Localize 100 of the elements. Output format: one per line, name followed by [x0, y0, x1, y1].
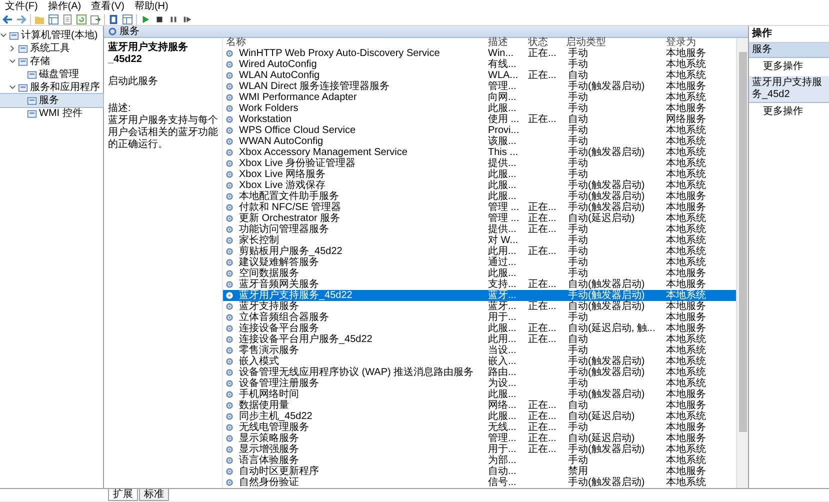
column-header[interactable]: 描述 [485, 38, 525, 48]
service-row[interactable]: 剪贴板用户服务_45d22 此用... 正在... 手动 本地系统 [223, 246, 736, 257]
startup-type: 手动 [567, 136, 589, 147]
forward-arrow-icon[interactable] [16, 14, 27, 24]
service-name: 语言体验服务 [238, 455, 299, 466]
service-name: 同步主机_45d22 [238, 411, 312, 422]
scrollbar-thumb[interactable] [738, 52, 746, 432]
start-link[interactable]: 启动 [108, 76, 128, 87]
tree-item[interactable]: 服务和应用程序 [0, 81, 103, 94]
service-row[interactable]: 显示策略服务 管理... 正在... 自动(延迟启动) 本地服务 [223, 433, 736, 444]
tree-item[interactable]: 系统工具 [0, 42, 103, 55]
menu-item[interactable]: 文件(F) [0, 0, 43, 13]
service-row[interactable]: WLAN Direct 服务连接管理器服务 管理... 手动(触发器启动) 本地服务 [223, 81, 736, 92]
tree-item[interactable]: 计算机管理(本地) [0, 29, 103, 42]
startup-type: 自动(延迟启动, 触... [567, 323, 656, 334]
column-header[interactable]: 名称 [223, 38, 485, 48]
refresh-icon[interactable] [76, 14, 87, 24]
startup-type: 手动 [567, 158, 589, 169]
tree-item[interactable]: 服务 [0, 94, 103, 107]
service-row[interactable]: 自然身份验证 信号... 手动(触发器启动) 本地系统 [223, 477, 736, 488]
service-row[interactable]: Wired AutoConfig 有线... 手动 本地系统 [223, 59, 736, 70]
service-row[interactable]: Xbox Live 网络服务 此服... 手动 本地系统 [223, 169, 736, 180]
service-name: 家长控制 [238, 235, 279, 246]
service-name: WLAN Direct 服务连接管理器服务 [238, 81, 390, 92]
service-row[interactable]: 本地配置文件助手服务 此服... 手动(触发器启动) 本地服务 [223, 191, 736, 202]
service-row[interactable]: Workstation 使用 ... 正在... 自动 网络服务 [223, 114, 736, 125]
service-row[interactable]: 连接设备平台服务 此服... 正在... 自动(延迟启动, 触... 本地服务 [223, 323, 736, 334]
log-on-as: 本地服务 [665, 301, 707, 312]
service-description: 有线... [487, 59, 518, 70]
tree-item[interactable]: WMI 控件 [0, 107, 103, 120]
service-status: 正在... [527, 323, 558, 334]
service-description: 管理... [487, 81, 518, 92]
menu-item[interactable]: 操作(A) [42, 0, 86, 13]
column-header[interactable]: 启动类型 [563, 38, 663, 48]
service-row[interactable]: Xbox Live 身份验证管理器 提供... 手动 本地系统 [223, 158, 736, 169]
service-row[interactable]: 蓝牙音频网关服务 支持... 正在... 自动(触发器启动) 本地服务 [223, 279, 736, 290]
service-row[interactable]: 立体音频组合器服务 用于... 手动 本地服务 [223, 312, 736, 323]
service-row[interactable]: WLAN AutoConfig WLA... 正在... 自动 本地系统 [223, 70, 736, 81]
log-on-as: 本地系统 [665, 356, 707, 367]
service-row[interactable]: 建议疑难解答服务 通过... 手动 本地系统 [223, 257, 736, 268]
action-section-header[interactable]: 蓝牙用户支持服务_45d2 [749, 76, 829, 103]
service-row[interactable]: 付款和 NFC/SE 管理器 管理 ... 正在... 手动(触发器启动) 本地服务 [223, 202, 736, 213]
column-header[interactable]: 状态 [525, 38, 563, 48]
service-row[interactable]: Work Folders 此服... 手动 本地服务 [223, 103, 736, 114]
service-row[interactable]: 同步主机_45d22 此服... 正在... 自动(延迟启动) 本地系统 [223, 411, 736, 422]
service-description: 网络... [487, 400, 518, 411]
service-row[interactable]: 设备管理无线应用程序协议 (WAP) 推送消息路由服务 路由... 手动(触发器启动) 本地系统 [223, 367, 736, 378]
document-icon[interactable] [62, 14, 73, 24]
action-section-header[interactable]: 服务 [749, 43, 829, 58]
startup-type: 手动 [567, 92, 589, 103]
tree-item[interactable]: 存储 [0, 55, 103, 68]
service-row[interactable]: WWAN AutoConfig 该服... 手动 本地系统 [223, 136, 736, 147]
service-description: 此服... [487, 411, 518, 422]
service-row[interactable]: 显示增强服务 用于... 正在... 手动(触发器启动) 本地系统 [223, 444, 736, 455]
service-row[interactable]: 连接设备平台用户服务_45d22 此用... 正在... 自动 本地系统 [223, 334, 736, 345]
back-arrow-icon[interactable] [2, 14, 13, 24]
service-row[interactable]: 无线电管理服务 无线... 正在... 手动 本地服务 [223, 422, 736, 433]
menu-item[interactable]: 查看(V) [86, 0, 130, 13]
startup-type: 自动 [567, 400, 589, 411]
service-row[interactable]: 家长控制 对 W... 手动 本地系统 [223, 235, 736, 246]
service-row[interactable]: Xbox Accessory Management Service This ... 手动(触发器启动) 本地系统 [223, 147, 736, 158]
service-description: 此服... [487, 389, 518, 400]
service-row[interactable]: Xbox Live 游戏保存 此服... 手动(触发器启动) 本地系统 [223, 180, 736, 191]
service-row[interactable]: 功能访问管理器服务 提供... 正在... 手动 本地系统 [223, 224, 736, 235]
action-item[interactable]: 更多操作 [749, 58, 829, 76]
log-on-as: 本地服务 [665, 268, 707, 279]
service-row[interactable]: 零售演示服务 当设... 手动 本地系统 [223, 345, 736, 356]
scrollbar[interactable] [736, 38, 748, 488]
service-row[interactable]: 手机网络时间 此服... 手动(触发器启动) 本地服务 [223, 389, 736, 400]
service-row[interactable]: 数据使用量 网络... 正在... 自动 本地服务 [223, 400, 736, 411]
service-row[interactable]: WPS Office Cloud Service Provi... 手动 本地系统 [223, 125, 736, 136]
service-row[interactable]: 设备管理注册服务 为设... 手动 本地系统 [223, 378, 736, 389]
column-header[interactable]: 登录为 [663, 38, 709, 48]
export-icon[interactable] [90, 14, 101, 24]
service-name: 蓝牙音频网关服务 [238, 279, 319, 290]
log-on-as: 本地系统 [665, 455, 707, 466]
startup-type: 手动(触发器启动) [567, 444, 646, 455]
log-on-as: 网络服务 [665, 114, 707, 125]
startup-type: 手动(触发器启动) [567, 147, 646, 158]
service-row[interactable]: 更新 Orchestrator 服务 管理 ... 正在... 自动(延迟启动) 本地系统 [223, 213, 736, 224]
service-row[interactable]: 嵌入模式 嵌入... 手动(触发器启动) 本地系统 [223, 356, 736, 367]
action-item[interactable]: 更多操作 [749, 103, 829, 121]
service-row[interactable]: 语言体验服务 为部... 手动 本地系统 [223, 455, 736, 466]
service-row[interactable]: 空间数据服务 此服... 手动 本地服务 [223, 268, 736, 279]
menu-item[interactable]: 帮助(H) [129, 0, 174, 13]
service-row[interactable]: WinHTTP Web Proxy Auto-Discovery Service Win... 正在... 手动 本地服务 [223, 48, 736, 59]
service-row[interactable]: 蓝牙用户支持服务_45d22 蓝牙... 手动(触发器启动) 本地系统 [223, 290, 736, 301]
tree-item[interactable]: 磁盘管理 [0, 68, 103, 81]
console-icon[interactable] [122, 14, 133, 24]
panel-title: 服务 [120, 26, 140, 37]
service-row[interactable]: WMI Performance Adapter 向网... 手动 本地系统 [223, 92, 736, 103]
view-tab[interactable]: 标准 [139, 489, 169, 501]
service-status: 正在... [527, 400, 558, 411]
grid-icon[interactable] [48, 14, 59, 24]
service-name: WMI Performance Adapter [238, 92, 357, 103]
log-on-as: 本地系统 [665, 334, 707, 345]
service-description: 管理 ... [487, 213, 520, 224]
service-row[interactable]: 蓝牙支持服务 蓝牙... 正在... 自动(触发器启动) 本地服务 [223, 301, 736, 312]
service-row[interactable]: 自动时区更新程序 自动... 禁用 本地服务 [223, 466, 736, 477]
service-status: 正在... [527, 279, 558, 290]
